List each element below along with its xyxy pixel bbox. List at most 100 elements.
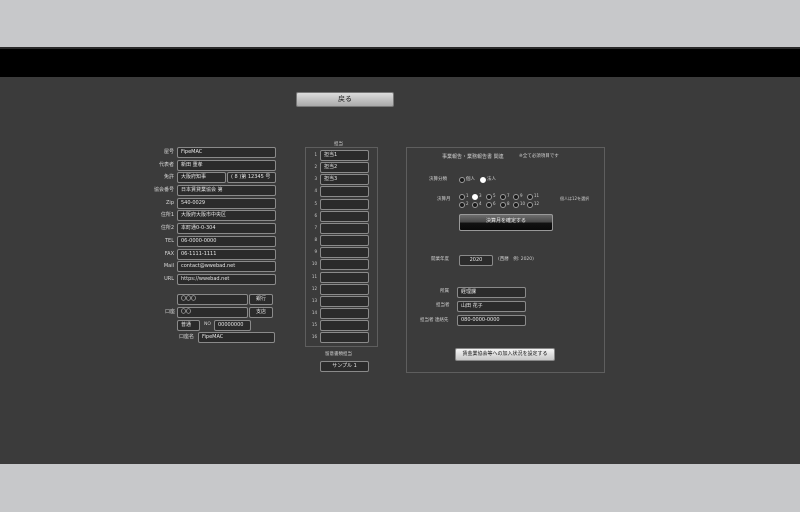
staff-row-number: 1 xyxy=(314,152,317,157)
back-button[interactable]: 戻る xyxy=(296,92,394,107)
staff-row-number: 13 xyxy=(311,298,317,303)
bank-name-field[interactable]: 〇〇〇 xyxy=(177,294,248,305)
branch-select-button[interactable]: 支店 xyxy=(249,307,273,318)
sample-button[interactable]: サンプル 1 xyxy=(320,361,369,372)
label-license: 免許 xyxy=(163,174,174,180)
month-radio-label: 1 xyxy=(466,193,469,198)
staff-field[interactable] xyxy=(320,186,369,197)
top-bar xyxy=(0,47,800,79)
label-address1: 住所1 xyxy=(160,212,174,218)
staff-field[interactable] xyxy=(320,320,369,331)
staff-row-number: 15 xyxy=(311,322,317,327)
address1-field[interactable]: 大阪府大阪市中央区 xyxy=(177,210,276,221)
mail-field[interactable]: contact@wwebad.net xyxy=(177,261,276,272)
staff-row-number: 7 xyxy=(314,225,317,230)
month-radio-label: 2 xyxy=(466,201,469,206)
settlement-type-label: 決算分類 xyxy=(429,177,447,182)
month-radio[interactable] xyxy=(527,202,533,208)
staff-field[interactable]: 担当3 xyxy=(320,174,369,185)
license-number-field[interactable]: ( 8 )第 12345 号 xyxy=(227,172,276,183)
branch-name-field[interactable]: 〇〇 xyxy=(177,307,248,318)
staff-field[interactable] xyxy=(320,296,369,307)
staff-field[interactable] xyxy=(320,235,369,246)
account-holder-field[interactable]: FipeMAC xyxy=(198,332,275,343)
staff-row-number: 6 xyxy=(314,213,317,218)
month-radio[interactable] xyxy=(500,202,506,208)
bank-select-button[interactable]: 銀行 xyxy=(249,294,273,305)
month-radio-label: 6 xyxy=(493,201,496,206)
month-radio-label: 9 xyxy=(520,193,523,198)
radio-individual-label: 個人 xyxy=(466,177,475,182)
month-radio-label: 5 xyxy=(493,193,496,198)
month-radio[interactable] xyxy=(486,202,492,208)
association-field[interactable]: 日本賃貸業協会 第 xyxy=(177,185,276,196)
association-setting-button[interactable]: 賃金業協会等への加入状況を設定する xyxy=(455,348,555,361)
account-type-field[interactable]: 普通 xyxy=(177,320,200,331)
month-radio[interactable] xyxy=(513,202,519,208)
zip-field[interactable]: 540-0029 xyxy=(177,198,276,209)
url-field[interactable]: https://wwebad.net xyxy=(177,274,276,285)
staff-field[interactable] xyxy=(320,199,369,210)
staff-field[interactable] xyxy=(320,284,369,295)
month-radio[interactable] xyxy=(486,194,492,200)
month-radio[interactable] xyxy=(472,194,478,200)
label-fax: FAX xyxy=(164,251,174,257)
staff-row-number: 5 xyxy=(314,201,317,206)
radio-individual[interactable] xyxy=(459,177,465,183)
staff-row-number: 14 xyxy=(311,310,317,315)
year-label: 開業年度 xyxy=(431,257,449,262)
label-tel: TEL xyxy=(165,238,174,244)
month-radio[interactable] xyxy=(513,194,519,200)
month-radio-label: 8 xyxy=(507,201,510,206)
label-holder: 口座名 xyxy=(178,334,194,340)
label-mail: Mail xyxy=(163,263,174,269)
month-radio[interactable] xyxy=(459,202,465,208)
month-radio[interactable] xyxy=(527,194,533,200)
report-title: 事業報告・業務報告書 関連 xyxy=(442,154,504,160)
tel-field[interactable]: 06-0000-0000 xyxy=(177,236,276,247)
person-field[interactable]: 山田 花子 xyxy=(457,301,526,312)
month-radio[interactable] xyxy=(500,194,506,200)
label-zip: Zip xyxy=(166,200,174,206)
staff-field[interactable] xyxy=(320,223,369,234)
staff-field[interactable] xyxy=(320,259,369,270)
main-area xyxy=(0,77,800,464)
staff-row-number: 10 xyxy=(311,261,317,266)
radio-corporate-label: 法人 xyxy=(487,177,496,182)
representative-field[interactable]: 新田 重孝 xyxy=(177,160,276,171)
address2-field[interactable]: 本町通0-0-304 xyxy=(177,223,276,234)
staff-field[interactable] xyxy=(320,332,369,343)
label-url: URL xyxy=(164,276,174,282)
staff-row-number: 9 xyxy=(314,249,317,254)
month-radio-label: 12 xyxy=(534,201,540,206)
label-representative: 代表者 xyxy=(158,162,174,168)
month-radio[interactable] xyxy=(472,202,478,208)
staff-field[interactable] xyxy=(320,211,369,222)
confirm-month-button[interactable]: 決算月を確定する xyxy=(459,214,553,231)
month-radio[interactable] xyxy=(459,194,465,200)
month-radio-label: 10 xyxy=(520,201,526,206)
month-radio-label: 3 xyxy=(479,193,482,198)
license-field[interactable]: 大阪府知事 xyxy=(177,172,226,183)
account-number-field[interactable]: 00000000 xyxy=(214,320,251,331)
staff-field[interactable] xyxy=(320,272,369,283)
year-hint: (西暦 例: 2020) xyxy=(498,257,534,262)
dept-field[interactable]: 経理課 xyxy=(457,287,526,298)
contact-field[interactable]: 080-0000-0000 xyxy=(457,315,526,326)
staff-field[interactable] xyxy=(320,247,369,258)
staff-field[interactable]: 担当2 xyxy=(320,162,369,173)
name-field[interactable]: FipeMAC xyxy=(177,147,276,158)
dept-label: 所属 xyxy=(440,289,449,294)
label-name: 屋号 xyxy=(163,149,174,155)
contact-label: 担当者 連絡先 xyxy=(420,318,449,323)
year-field[interactable]: 2020 xyxy=(459,255,493,266)
sample-title: 留意書類担当 xyxy=(325,352,352,357)
staff-field[interactable]: 担当1 xyxy=(320,150,369,161)
fax-field[interactable]: 06-1111-1111 xyxy=(177,249,276,260)
radio-corporate[interactable] xyxy=(480,177,486,183)
month-radio-label: 7 xyxy=(507,193,510,198)
settlement-month-label: 決算月 xyxy=(437,197,451,202)
staff-field[interactable] xyxy=(320,308,369,319)
staff-row-number: 16 xyxy=(311,334,317,339)
staff-row-number: 3 xyxy=(314,176,317,181)
